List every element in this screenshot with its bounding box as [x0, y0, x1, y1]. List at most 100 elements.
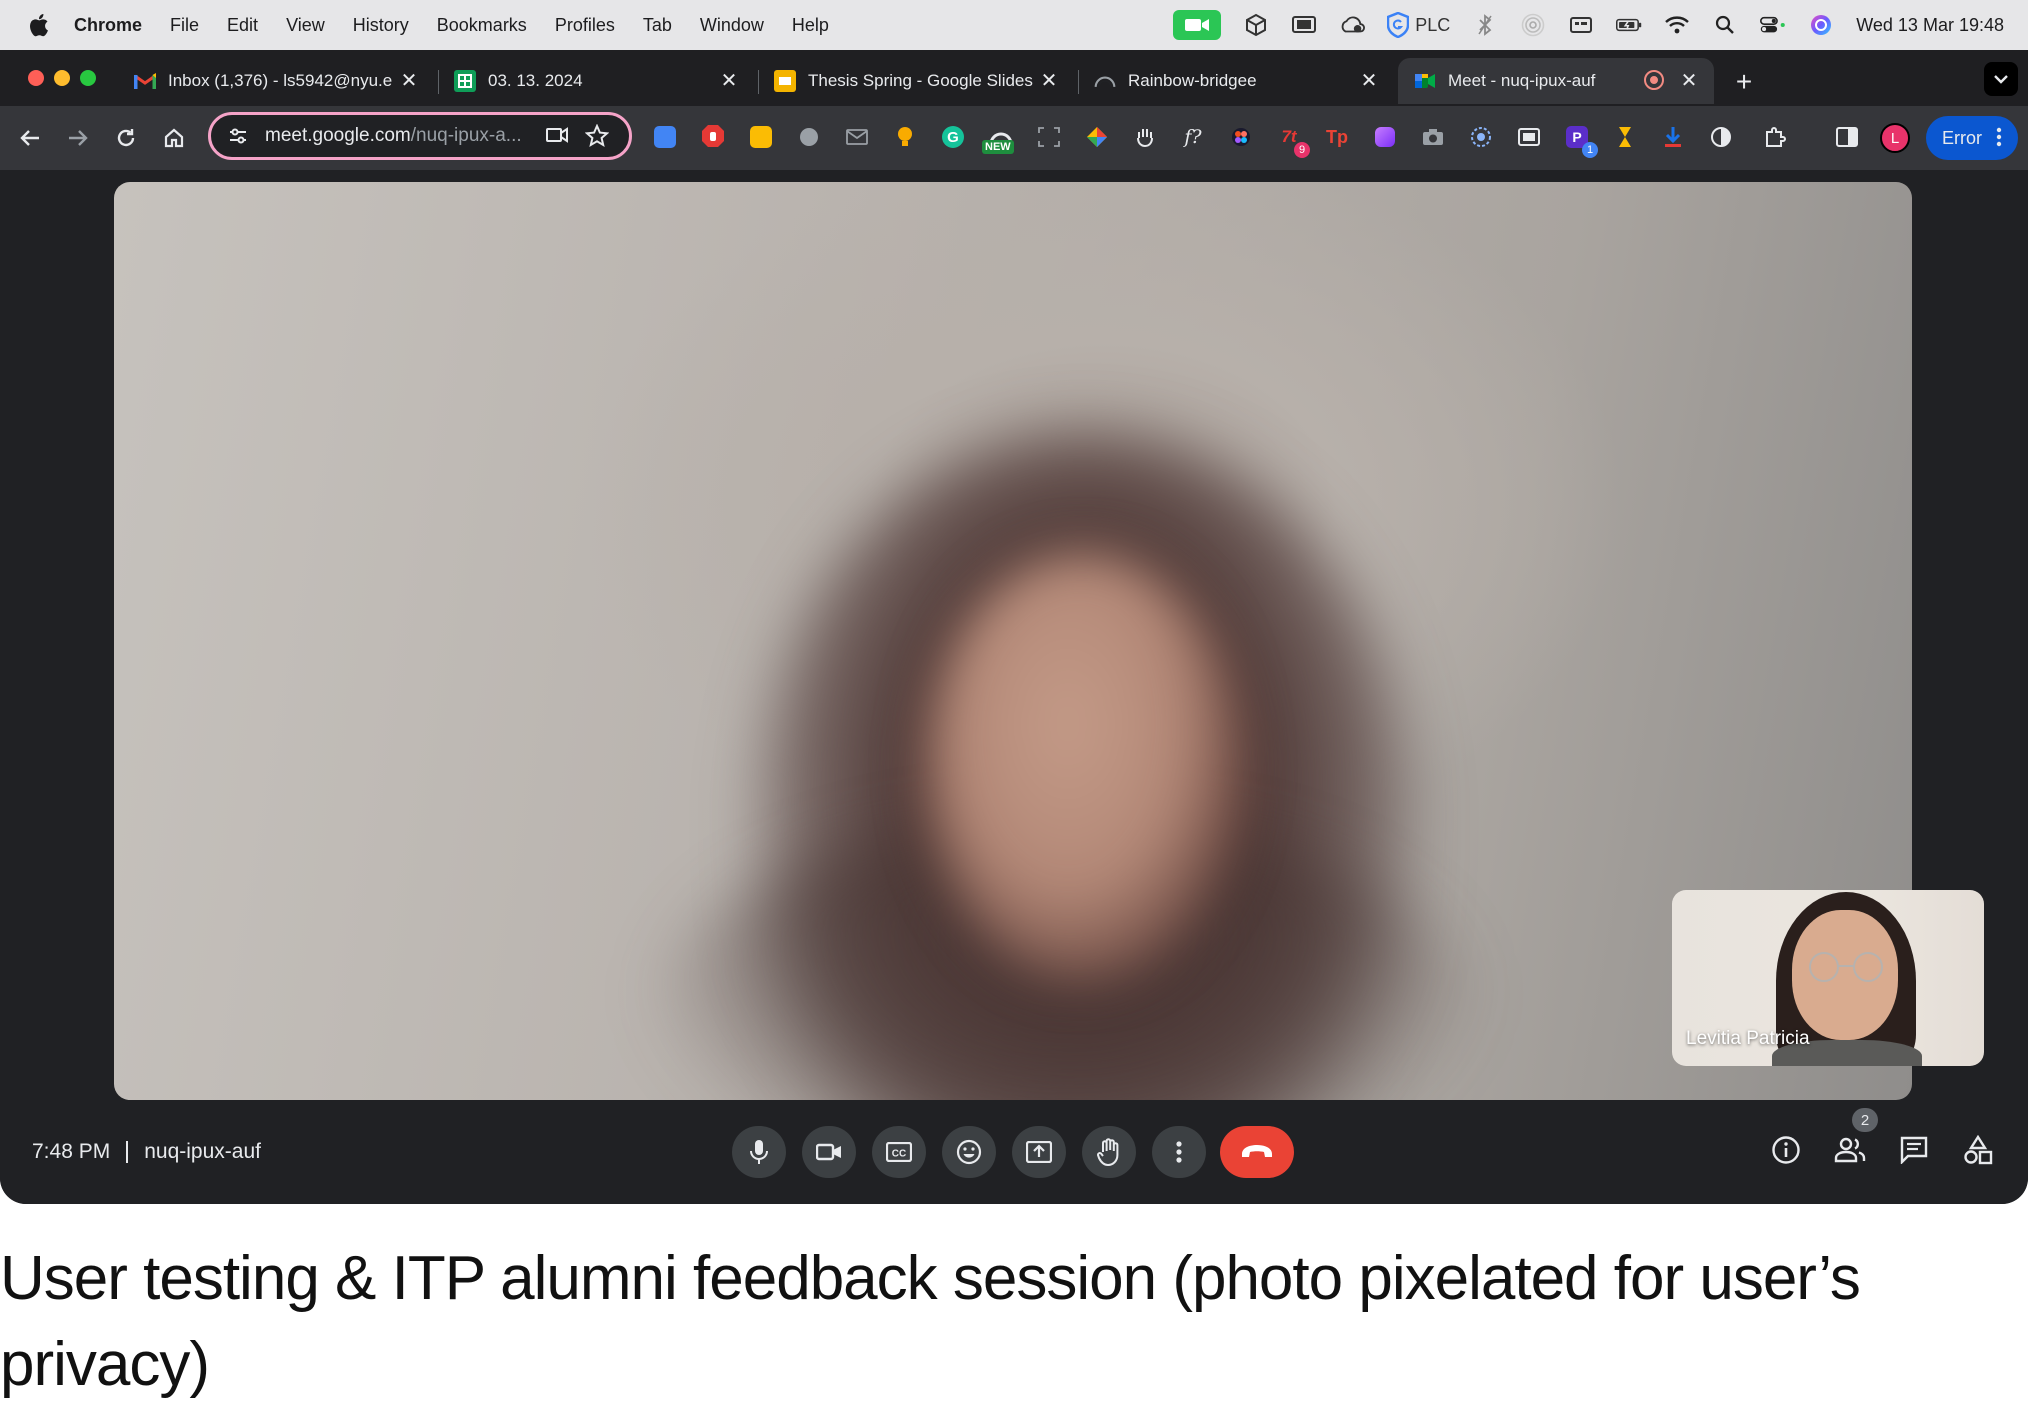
menu-history[interactable]: History: [353, 15, 409, 36]
menu-window[interactable]: Window: [700, 15, 764, 36]
home-icon: [164, 128, 184, 148]
temp-mail-extension-icon[interactable]: 7t 9: [1274, 122, 1310, 158]
tab-slides[interactable]: Thesis Spring - Google Slides ✕: [758, 58, 1074, 104]
leave-call-button[interactable]: [1220, 1126, 1294, 1178]
window-minimize-button[interactable]: [54, 70, 70, 86]
menu-tab[interactable]: Tab: [643, 15, 672, 36]
window-extension-icon[interactable]: [1514, 122, 1544, 152]
dark-mode-extension-icon[interactable]: [1706, 122, 1736, 152]
facetime-icon[interactable]: [1173, 10, 1222, 40]
search-icon[interactable]: [1712, 12, 1738, 38]
microphone-button[interactable]: [732, 1126, 786, 1178]
grammarly-plc-status[interactable]: PLC: [1387, 12, 1450, 38]
menu-bookmarks[interactable]: Bookmarks: [437, 15, 527, 36]
tab-rainbow-bridgee[interactable]: Rainbow-bridgee ✕: [1078, 58, 1394, 104]
camera-button[interactable]: [802, 1126, 856, 1178]
google-translate-extension-icon[interactable]: [650, 122, 680, 152]
apple-logo-icon[interactable]: [26, 12, 50, 38]
address-bar[interactable]: meet.google.com/nuq-ipux-a...: [208, 112, 632, 160]
present-screen-button[interactable]: [1012, 1126, 1066, 1178]
window-close-button[interactable]: [28, 70, 44, 86]
participant-count-badge: 2: [1852, 1108, 1878, 1132]
rainbow-new-extension-icon[interactable]: NEW: [982, 122, 1016, 154]
tab-close-icon[interactable]: ✕: [398, 69, 420, 92]
chat-button[interactable]: [1894, 1130, 1934, 1170]
tab-gmail-inbox[interactable]: Inbox (1,376) - ls5942@nyu.e ✕: [118, 58, 434, 104]
menu-file[interactable]: File: [170, 15, 199, 36]
menu-bar-clock[interactable]: Wed 13 Mar 19:48: [1856, 15, 2004, 36]
tab-search-button[interactable]: [1984, 62, 2018, 96]
control-center-icon[interactable]: [1760, 12, 1786, 38]
adblock-extension-icon[interactable]: [698, 122, 728, 152]
menu-app-chrome[interactable]: Chrome: [74, 15, 142, 36]
airdrop-icon[interactable]: [1520, 12, 1546, 38]
function-extension-icon[interactable]: f?: [1178, 122, 1208, 152]
meeting-details-button[interactable]: [1766, 1130, 1806, 1170]
new-tab-button[interactable]: +: [1728, 66, 1760, 98]
activities-button[interactable]: [1958, 1130, 1998, 1170]
sparkle-extension-icon[interactable]: [1466, 122, 1496, 152]
extensions-puzzle-icon[interactable]: [1760, 122, 1790, 152]
menu-bar-status-area: PLC Wed 13 Mar 19:48: [1173, 0, 2004, 50]
meeting-info: 7:48 PM nuq-ipux-auf: [32, 1140, 261, 1164]
bookmark-star-icon[interactable]: [584, 123, 610, 153]
hourglass-extension-icon[interactable]: [1610, 122, 1640, 152]
tab-sheets[interactable]: 03. 13. 2024 ✕: [438, 58, 754, 104]
camera-extension-icon[interactable]: [1418, 122, 1448, 152]
reactions-button[interactable]: [942, 1126, 996, 1178]
video-camera-icon: [816, 1143, 841, 1161]
tab-close-icon[interactable]: ✕: [718, 69, 740, 92]
menu-view[interactable]: View: [286, 15, 325, 36]
tab-close-icon[interactable]: ✕: [1038, 69, 1060, 92]
bluetooth-icon[interactable]: [1472, 12, 1498, 38]
keep-extension-icon[interactable]: [746, 122, 776, 152]
grammarly-extension-icon[interactable]: G: [938, 122, 968, 152]
tab-title: Inbox (1,376) - ls5942@nyu.e: [168, 71, 393, 90]
p-extension-icon[interactable]: P1: [1562, 122, 1598, 158]
figma-extension-icon[interactable]: [1226, 122, 1256, 152]
reload-button[interactable]: [108, 120, 144, 156]
more-options-button[interactable]: [1152, 1126, 1206, 1178]
screenshot-extension-icon[interactable]: [1034, 122, 1064, 152]
menu-edit[interactable]: Edit: [227, 15, 258, 36]
error-button[interactable]: Error: [1926, 116, 2018, 160]
forward-button[interactable]: [60, 120, 96, 156]
tp-extension-icon[interactable]: Tp: [1322, 122, 1352, 152]
side-panel-icon[interactable]: [1832, 122, 1862, 152]
more-vertical-icon: [1996, 127, 2002, 147]
gradient-extension-icon[interactable]: [1370, 122, 1400, 152]
tab-close-icon[interactable]: ✕: [1678, 69, 1700, 92]
unity-icon[interactable]: [1243, 12, 1269, 38]
battery-icon[interactable]: [1616, 12, 1642, 38]
site-info-icon[interactable]: [223, 121, 253, 151]
profile-avatar[interactable]: L: [1880, 123, 1910, 153]
tab-meet-active[interactable]: Meet - nuq-ipux-auf ✕: [1398, 58, 1714, 104]
lightbulb-extension-icon[interactable]: [890, 122, 920, 152]
window-zoom-button[interactable]: [80, 70, 96, 86]
gmail-icon: [134, 70, 156, 92]
grey-circle-extension-icon[interactable]: [794, 122, 824, 152]
tab-title: Meet - nuq-ipux-auf: [1448, 71, 1596, 90]
wifi-icon[interactable]: [1664, 12, 1690, 38]
hand-extension-icon[interactable]: [1130, 122, 1160, 152]
self-view-tile[interactable]: Levitia Patricia: [1672, 890, 1984, 1066]
svg-text:CC: CC: [892, 1149, 906, 1160]
camera-in-use-icon[interactable]: [545, 124, 569, 151]
participant-video-blurred[interactable]: [114, 182, 1912, 1100]
download-extension-icon[interactable]: [1658, 122, 1688, 152]
menu-profiles[interactable]: Profiles: [555, 15, 615, 36]
tab-close-icon[interactable]: ✕: [1358, 69, 1380, 92]
raise-hand-button[interactable]: [1082, 1126, 1136, 1178]
display-icon[interactable]: [1291, 12, 1317, 38]
mail-extension-icon[interactable]: [842, 122, 872, 152]
cloud-icon[interactable]: [1339, 12, 1366, 38]
keyboard-icon[interactable]: [1568, 12, 1594, 38]
siri-icon[interactable]: [1808, 12, 1834, 38]
closed-captions-icon: CC: [886, 1142, 912, 1162]
menu-help[interactable]: Help: [792, 15, 829, 36]
captions-button[interactable]: CC: [872, 1126, 926, 1178]
back-button[interactable]: [12, 120, 48, 156]
home-button[interactable]: [156, 120, 192, 156]
people-button[interactable]: [1830, 1130, 1870, 1170]
color-picker-extension-icon[interactable]: [1082, 122, 1112, 152]
